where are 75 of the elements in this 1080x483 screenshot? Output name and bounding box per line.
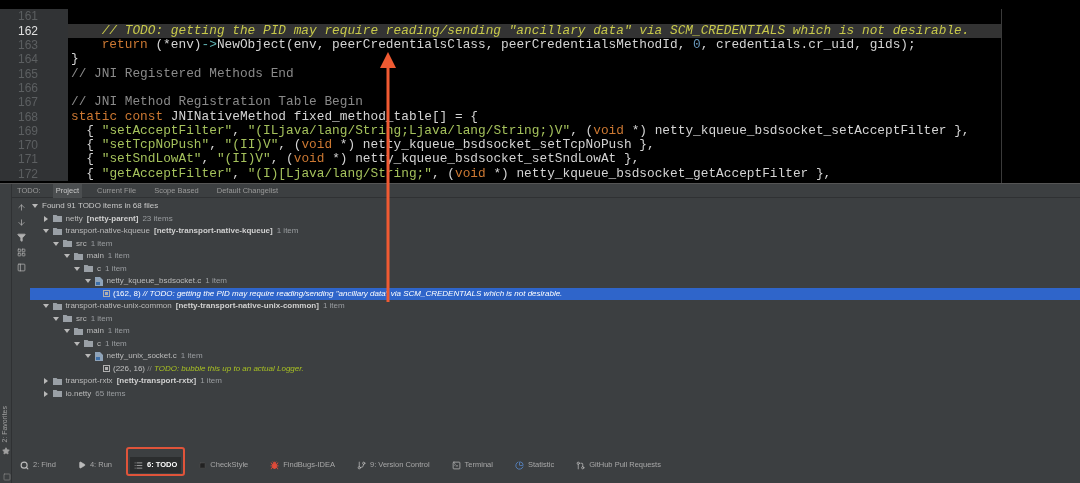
tree-node-label[interactable]: main: [86, 250, 104, 263]
code-line: }: [70, 52, 79, 67]
todo-item-row[interactable]: (226, 16) // TODO: bubble this up to an actual Logger.: [30, 362, 1080, 375]
todo-item-icon: [103, 365, 110, 373]
preview-icon[interactable]: [16, 263, 26, 272]
item-count: 1 item: [90, 312, 113, 325]
item-count: 1 item: [90, 237, 113, 250]
c-file-icon: [94, 351, 103, 361]
search-icon: [20, 460, 29, 470]
item-count: 1 item: [105, 337, 127, 350]
expanded-arrow-icon[interactable]: [32, 203, 38, 210]
tree-node-label[interactable]: c: [97, 337, 101, 350]
module-label: [netty-transport-native-unix-common]: [175, 300, 319, 313]
item-count: 23 items: [142, 212, 173, 225]
list-icon: [134, 460, 144, 470]
tree-node-label[interactable]: netty_kqueue_bsdsocket.c: [106, 275, 202, 288]
tree-node-label[interactable]: netty_unix_socket.c: [106, 350, 177, 363]
item-count: 1 item: [105, 262, 127, 275]
expanded-arrow-icon[interactable]: [74, 340, 80, 347]
line-number: 162: [16, 23, 38, 39]
arrow-up-icon[interactable]: [16, 203, 26, 212]
todo-item-text: (226, 16) // TODO: bubble this up to an actual Logger.: [113, 362, 304, 375]
star-icon: [1, 447, 10, 455]
bug-icon: [270, 460, 280, 470]
code-line: // TODO: getting the PID may require reading/sending "ancillary data" via SCM_CREDENTIALS which is not desirable.: [100, 23, 970, 39]
item-count: 1 item: [322, 300, 345, 313]
tree-node-label[interactable]: src: [76, 312, 87, 325]
pie-chart-icon: [514, 460, 524, 470]
todo-item-row[interactable]: (162, 8) // TODO: getting the PID may require reading/sending "ancillary data" via SCM_CREDENTIALS which is not desirable.: [30, 287, 1080, 300]
code-line: // JNI Method Registration Table Begin: [70, 95, 363, 110]
item-count: 1 item: [180, 350, 203, 363]
todo-item-icon: [103, 290, 110, 298]
filter-icon[interactable]: [16, 233, 26, 242]
pull-request-icon: [576, 460, 586, 470]
item-count: 65 items: [95, 387, 126, 400]
expanded-arrow-icon[interactable]: [42, 228, 49, 235]
item-count: 1 item: [205, 275, 228, 288]
tree-node-label[interactable]: transport-native-kqueue: [65, 225, 150, 238]
code-line: return (*env)->NewObject(env, peerCredentialsClass, peerCredentialsMethodId, 0, credentials.cr_uid, gids);: [100, 38, 916, 53]
todo-item-text: (162, 8) // TODO: getting the PID may require reading/sending "ancillary data" via SCM_CREDENTIALS which is not desirable.: [113, 287, 563, 300]
collapsed-arrow-icon[interactable]: [42, 378, 49, 385]
play-icon: [77, 461, 86, 469]
expanded-arrow-icon[interactable]: [74, 265, 80, 272]
tree-node-label[interactable]: io.netty: [65, 387, 92, 400]
collapsed-arrow-icon[interactable]: [42, 215, 49, 222]
expanded-arrow-icon[interactable]: [84, 353, 91, 360]
expanded-arrow-icon[interactable]: [53, 315, 59, 322]
expanded-arrow-icon[interactable]: [42, 303, 49, 310]
tree-node-label[interactable]: transport-rxtx: [65, 375, 113, 388]
code-line: // JNI Registered Methods End: [70, 66, 294, 81]
expanded-arrow-icon[interactable]: [84, 278, 91, 285]
arrow-down-icon[interactable]: [16, 218, 26, 227]
item-count: 1 item: [200, 375, 222, 388]
tree-node-label[interactable]: transport-native-unix-common: [65, 300, 172, 313]
highlight-frame: [126, 447, 186, 476]
tree-node-label[interactable]: Found 91 TODO items in 68 files: [42, 200, 159, 213]
tree-node-label[interactable]: main: [86, 325, 104, 338]
expanded-arrow-icon[interactable]: [53, 240, 59, 247]
expanded-arrow-icon[interactable]: [63, 328, 70, 335]
collapsed-arrow-icon[interactable]: [42, 390, 49, 397]
tree-node-label[interactable]: src: [76, 237, 87, 250]
branch-icon: [356, 460, 366, 470]
module-label: [netty-transport-native-kqueue]: [154, 225, 273, 238]
group-icon[interactable]: [16, 248, 26, 257]
c-file-icon: [94, 276, 103, 286]
module-label: [netty-parent]: [86, 212, 139, 225]
item-count: 1 item: [276, 225, 299, 238]
expanded-arrow-icon[interactable]: [63, 253, 70, 260]
item-count: 1 item: [107, 325, 130, 338]
code-editor[interactable]: [0, 0, 1080, 184]
tree-node-label[interactable]: c: [97, 262, 101, 275]
item-count: 1 item: [107, 250, 130, 263]
tree-node-label[interactable]: netty: [65, 212, 83, 225]
module-label: [netty-transport-rxtx]: [116, 375, 197, 388]
terminal-icon: [451, 460, 461, 470]
